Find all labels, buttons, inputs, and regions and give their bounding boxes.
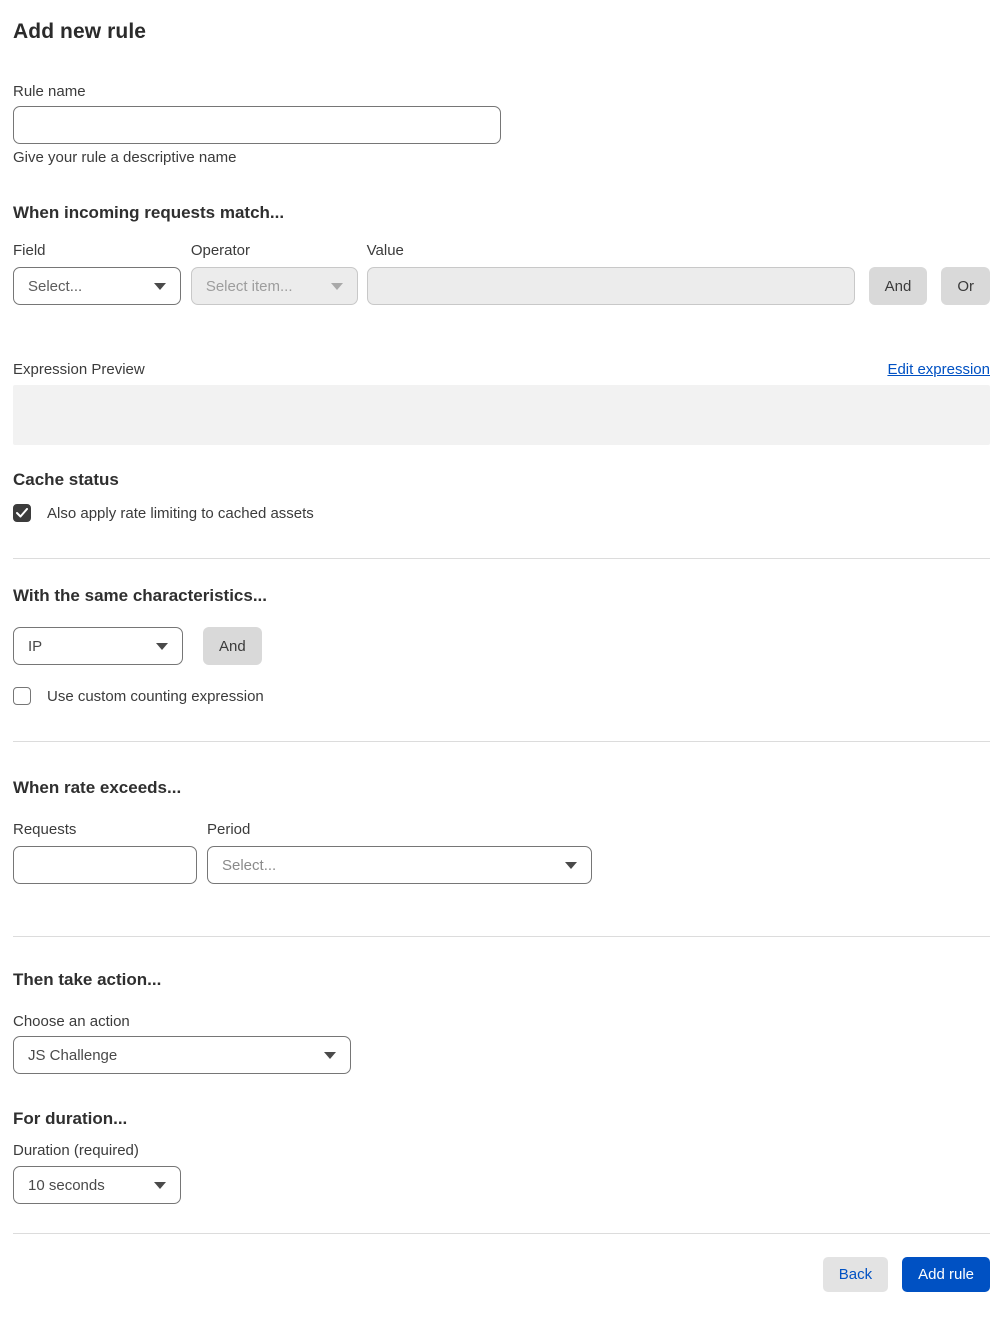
expression-preview-box [13,385,990,445]
rate-heading: When rate exceeds... [13,778,182,797]
characteristics-and-button[interactable]: And [203,627,262,665]
action-heading: Then take action... [13,970,162,989]
rule-name-help: Give your rule a descriptive name [13,149,237,166]
requests-label: Requests [13,821,77,838]
duration-label: Duration (required) [13,1142,139,1159]
edit-expression-link[interactable]: Edit expression [887,361,990,378]
rate-controls-row: Requests Period Select... [13,821,990,884]
operator-select: Select item... [190,267,358,305]
period-select-value: Select... [222,856,277,874]
action-select-value: JS Challenge [28,1046,118,1064]
value-input [366,267,855,305]
characteristics-row: IP And [13,627,990,665]
cache-status-checkbox-row: Also apply rate limiting to cached asset… [13,504,990,522]
duration-select-value: 10 seconds [28,1176,105,1194]
chevron-down-icon [330,282,343,290]
duration-select[interactable]: 10 seconds [13,1166,181,1204]
operator-label: Operator [190,242,251,259]
footer-actions: Back Add rule [13,1257,990,1292]
characteristic-select-value: IP [28,637,43,655]
counting-expression-checkbox-row: Use custom counting expression [13,687,990,705]
add-rule-button[interactable]: Add rule [902,1257,990,1292]
counting-expression-label: Use custom counting expression [47,687,264,705]
action-select[interactable]: JS Challenge [13,1036,351,1074]
cached-assets-checkbox[interactable] [13,504,31,522]
duration-heading: For duration... [13,1109,128,1128]
field-select[interactable]: Select... [13,267,181,305]
operator-select-value: Select item... [205,277,293,295]
rule-name-input[interactable] [13,106,501,144]
chevron-down-icon [153,282,166,290]
chevron-down-icon [565,861,577,869]
field-select-value: Select... [28,277,83,295]
period-select[interactable]: Select... [207,846,592,884]
cached-assets-label: Also apply rate limiting to cached asset… [47,504,314,522]
add-rule-form: Add new rule Rule name Give your rule a … [0,0,1002,1305]
characteristics-heading: With the same characteristics... [13,586,268,605]
or-button[interactable]: Or [941,267,990,305]
chevron-down-icon [156,642,168,650]
checkmark-icon [16,508,28,518]
divider [13,741,990,742]
choose-action-label: Choose an action [13,1013,130,1030]
chevron-down-icon [154,1181,166,1189]
requests-input[interactable] [13,846,197,884]
cache-status-heading: Cache status [13,470,119,489]
match-controls-row: Field Select... Operator Select item... … [13,242,990,305]
period-label: Period [207,821,251,838]
match-section-heading: When incoming requests match... [13,203,285,222]
and-button[interactable]: And [868,267,928,305]
back-button[interactable]: Back [822,1257,889,1292]
chevron-down-icon [324,1051,336,1059]
divider [13,558,990,559]
divider [13,936,990,937]
rule-name-label: Rule name [13,83,86,100]
expression-preview-label: Expression Preview [13,361,145,378]
counting-expression-checkbox[interactable] [13,687,31,705]
divider [13,1233,990,1234]
expression-preview-row: Expression Preview Edit expression [13,361,990,378]
characteristic-select[interactable]: IP [13,627,183,665]
value-label: Value [366,242,404,259]
page-title: Add new rule [13,20,147,43]
field-label: Field [13,242,46,259]
